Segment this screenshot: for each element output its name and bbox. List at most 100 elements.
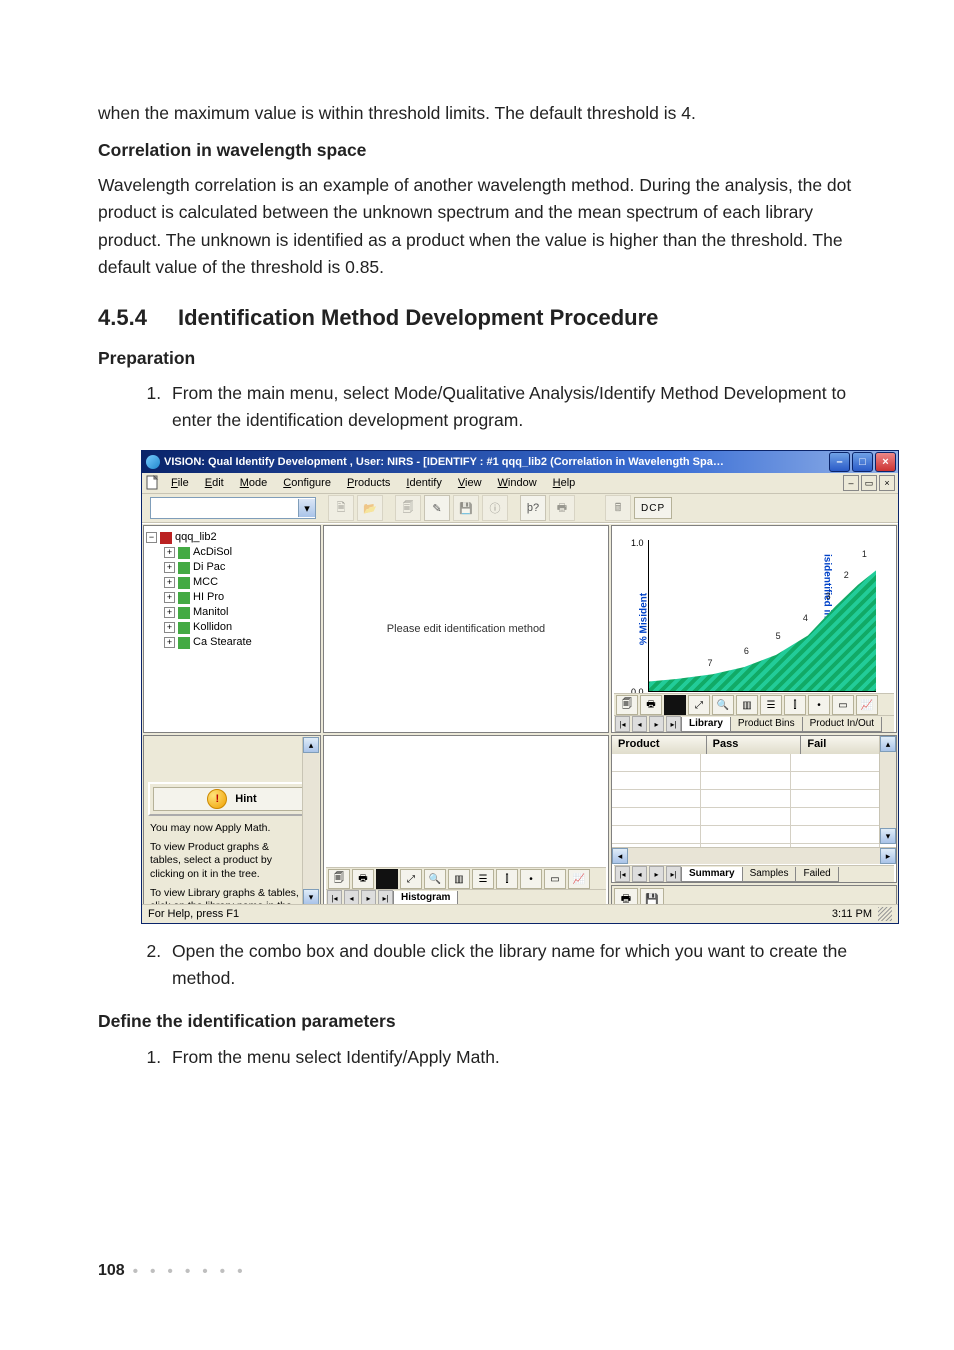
menu-view[interactable]: View <box>451 475 489 491</box>
menu-products[interactable]: Products <box>340 475 397 491</box>
tree-item[interactable]: +HI Pro <box>164 590 318 605</box>
expand-icon[interactable]: + <box>164 562 175 573</box>
scroll-down-icon[interactable]: ▾ <box>880 828 896 844</box>
expand-icon[interactable]: + <box>164 637 175 648</box>
mtb-scatter-icon[interactable]: • <box>520 869 542 889</box>
mtb-window-icon[interactable]: ▭ <box>832 695 854 715</box>
table-row[interactable] <box>612 754 880 772</box>
mtb-bars-icon[interactable]: ▥ <box>448 869 470 889</box>
tab-summary[interactable]: Summary <box>681 867 743 882</box>
expand-icon[interactable]: + <box>164 607 175 618</box>
th-pass[interactable]: Pass <box>707 736 802 754</box>
tab-nav-prev-icon[interactable]: ◂ <box>632 866 647 882</box>
corr-paragraph: Wavelength correlation is an example of … <box>98 172 870 281</box>
tb-copy-icon[interactable]: 🗐 <box>395 495 421 521</box>
resize-grip-icon[interactable] <box>878 907 892 921</box>
scroll-left-icon[interactable]: ◂ <box>612 848 628 864</box>
table-row[interactable] <box>612 826 880 844</box>
mtb-window-icon[interactable]: ▭ <box>544 869 566 889</box>
mtb-copy-icon[interactable]: 🗐 <box>616 695 638 715</box>
tb-whatsthis-icon[interactable]: þ? <box>520 495 546 521</box>
th-product[interactable]: Product <box>612 736 707 754</box>
expand-icon[interactable]: + <box>164 622 175 633</box>
tab-library[interactable]: Library <box>681 717 731 732</box>
tab-nav-first-icon[interactable]: |◂ <box>615 866 630 882</box>
mtb-list-icon[interactable]: ☰ <box>760 695 782 715</box>
close-button[interactable]: × <box>875 452 896 472</box>
menu-window[interactable]: Window <box>491 475 544 491</box>
tb-info-icon[interactable]: ⓘ <box>482 495 508 521</box>
tab-product-inout[interactable]: Product In/Out <box>802 717 882 732</box>
tb-doc-icon[interactable]: 🗎 <box>328 495 354 521</box>
expand-icon[interactable]: + <box>164 592 175 603</box>
tab-nav-prev-icon[interactable]: ◂ <box>632 716 647 732</box>
tree-item[interactable]: +Ca Stearate <box>164 635 318 650</box>
mtb-expand-icon[interactable]: ⤢ <box>400 869 422 889</box>
maximize-button[interactable]: □ <box>852 452 873 472</box>
table-row[interactable] <box>612 808 880 826</box>
tb-save-icon[interactable]: 💾 <box>453 495 479 521</box>
mtb-zoom-icon[interactable]: 🔍 <box>712 695 734 715</box>
tab-failed[interactable]: Failed <box>795 867 838 882</box>
mdi-minimize-button[interactable]: – <box>843 475 859 491</box>
tab-nav-next-icon[interactable]: ▸ <box>649 866 664 882</box>
mtb-black-icon[interactable] <box>376 869 398 889</box>
tab-nav-first-icon[interactable]: |◂ <box>615 716 630 732</box>
tb-open-icon[interactable]: 📂 <box>357 495 383 521</box>
tb-print-icon[interactable]: 🖶 <box>549 495 575 521</box>
tree-item[interactable]: +Di Pac <box>164 560 318 575</box>
mtb-print-icon[interactable]: 🖶 <box>352 869 374 889</box>
hint-scrollbar[interactable]: ▴ ▾ <box>302 737 319 905</box>
chevron-down-icon[interactable]: ▾ <box>298 499 315 517</box>
minimize-button[interactable]: – <box>829 452 850 472</box>
tb-edit-icon[interactable]: ✎ <box>424 495 450 521</box>
table-vscrollbar[interactable]: ▴ ▾ <box>879 736 896 844</box>
mtb-axes-icon[interactable]: ⫿ <box>496 869 518 889</box>
scroll-up-icon[interactable]: ▴ <box>303 737 319 753</box>
menu-mode[interactable]: Mode <box>233 475 275 491</box>
tab-samples[interactable]: Samples <box>742 867 797 882</box>
tab-nav-last-icon[interactable]: ▸| <box>666 866 681 882</box>
table-row[interactable] <box>612 772 880 790</box>
mtb-zoom-icon[interactable]: 🔍 <box>424 869 446 889</box>
tree-root[interactable]: − qqq_lib2 <box>146 530 318 545</box>
collapse-icon[interactable]: − <box>146 532 157 543</box>
mtb-bars-icon[interactable]: ▥ <box>736 695 758 715</box>
menu-help[interactable]: Help <box>546 475 583 491</box>
scroll-right-icon[interactable]: ▸ <box>880 848 896 864</box>
prep-heading: Preparation <box>98 345 870 372</box>
mdi-restore-button[interactable]: ▭ <box>861 475 877 491</box>
tree-item[interactable]: +Manitol <box>164 605 318 620</box>
table-hscrollbar[interactable]: ◂ ▸ <box>612 847 896 864</box>
menu-identify[interactable]: Identify <box>399 475 448 491</box>
mtb-axes-icon[interactable]: ⫿ <box>784 695 806 715</box>
mtb-list-icon[interactable]: ☰ <box>472 869 494 889</box>
library-combo[interactable]: ▾ <box>150 497 316 519</box>
tab-nav-last-icon[interactable]: ▸| <box>666 716 681 732</box>
mdi-close-button[interactable]: × <box>879 475 895 491</box>
dcp-button[interactable]: DCP <box>634 497 672 519</box>
tree-item[interactable]: +MCC <box>164 575 318 590</box>
scroll-down-icon[interactable]: ▾ <box>303 889 319 905</box>
tab-nav-next-icon[interactable]: ▸ <box>649 716 664 732</box>
mtb-trend-icon[interactable]: 📈 <box>568 869 590 889</box>
tab-product-bins[interactable]: Product Bins <box>730 717 803 732</box>
expand-icon[interactable]: + <box>164 547 175 558</box>
mtb-scatter-icon[interactable]: • <box>808 695 830 715</box>
tb-calc-icon[interactable]: 🖩 <box>605 495 631 521</box>
menu-file[interactable]: File <box>164 475 196 491</box>
scroll-up-icon[interactable]: ▴ <box>880 736 896 752</box>
expand-icon[interactable]: + <box>164 577 175 588</box>
mtb-trend-icon[interactable]: 📈 <box>856 695 878 715</box>
prep-steps: From the main menu, select Mode/Qualitat… <box>98 380 870 434</box>
mtb-print-icon[interactable]: 🖶 <box>640 695 662 715</box>
mtb-expand-icon[interactable]: ⤢ <box>688 695 710 715</box>
tree-item[interactable]: +Kollidon <box>164 620 318 635</box>
mtb-copy-icon[interactable]: 🗐 <box>328 869 350 889</box>
statusbar: For Help, press F1 3:11 PM <box>142 904 898 923</box>
mtb-black-icon[interactable] <box>664 695 686 715</box>
menu-edit[interactable]: Edit <box>198 475 231 491</box>
menu-configure[interactable]: Configure <box>276 475 338 491</box>
tree-item[interactable]: +AcDiSol <box>164 545 318 560</box>
table-row[interactable] <box>612 790 880 808</box>
